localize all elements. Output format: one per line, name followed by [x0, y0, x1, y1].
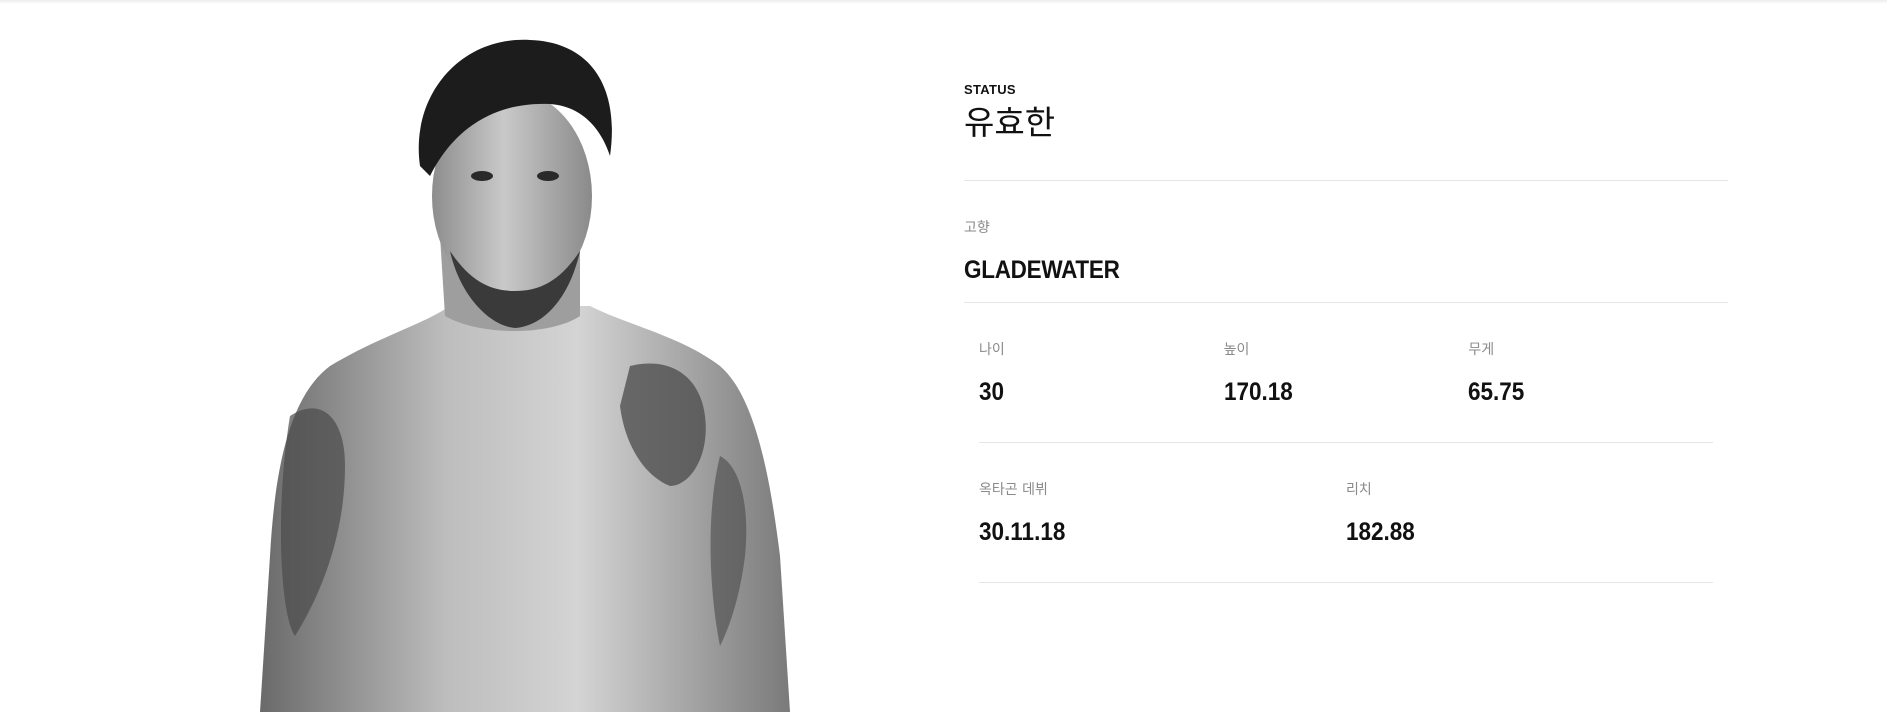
- hometown-label: 고향: [964, 220, 990, 236]
- stat-reach-label: 리치: [1346, 482, 1372, 498]
- stat-octagon-debut-label: 옥타곤 데뷔: [979, 482, 1048, 498]
- status-label: STATUS: [964, 82, 1016, 97]
- stat-age: 나이 30: [979, 341, 1224, 442]
- stats-row-2: 옥타곤 데뷔 30.11.18 리치 182.88: [979, 443, 1713, 582]
- stat-height-value: 170.18: [1223, 378, 1293, 406]
- stat-weight: 무게 65.75: [1468, 341, 1713, 442]
- hometown-value: GLADEWATER: [964, 256, 1120, 284]
- stats-row-1: 나이 30 높이 170.18 무게 65.75: [979, 303, 1713, 442]
- stat-age-label: 나이: [979, 342, 1005, 358]
- header-shadow: [0, 0, 1887, 4]
- stat-height: 높이 170.18: [1224, 341, 1469, 442]
- stat-reach-value: 182.88: [1346, 518, 1415, 546]
- fighter-portrait: [260, 39, 790, 712]
- stat-weight-label: 무게: [1468, 342, 1495, 358]
- stat-octagon-debut-value: 30.11.18: [979, 518, 1066, 546]
- stat-weight-value: 65.75: [1468, 378, 1525, 406]
- stat-height-label: 높이: [1223, 342, 1250, 358]
- fighter-name: 유효한: [964, 103, 1056, 142]
- divider: [979, 582, 1713, 583]
- stat-reach: 리치 182.88: [1346, 481, 1713, 582]
- stats-grid: 나이 30 높이 170.18 무게 65.75 옥타곤 데뷔 30.11.18…: [979, 303, 1713, 583]
- fighter-info-panel: STATUS 유효한 고향 GLADEWATER 나이 30 높이 170.18…: [964, 80, 1728, 583]
- stat-age-value: 30: [979, 378, 1005, 406]
- hometown-block: 고향 GLADEWATER: [964, 181, 1728, 284]
- stat-octagon-debut: 옥타곤 데뷔 30.11.18: [979, 481, 1346, 582]
